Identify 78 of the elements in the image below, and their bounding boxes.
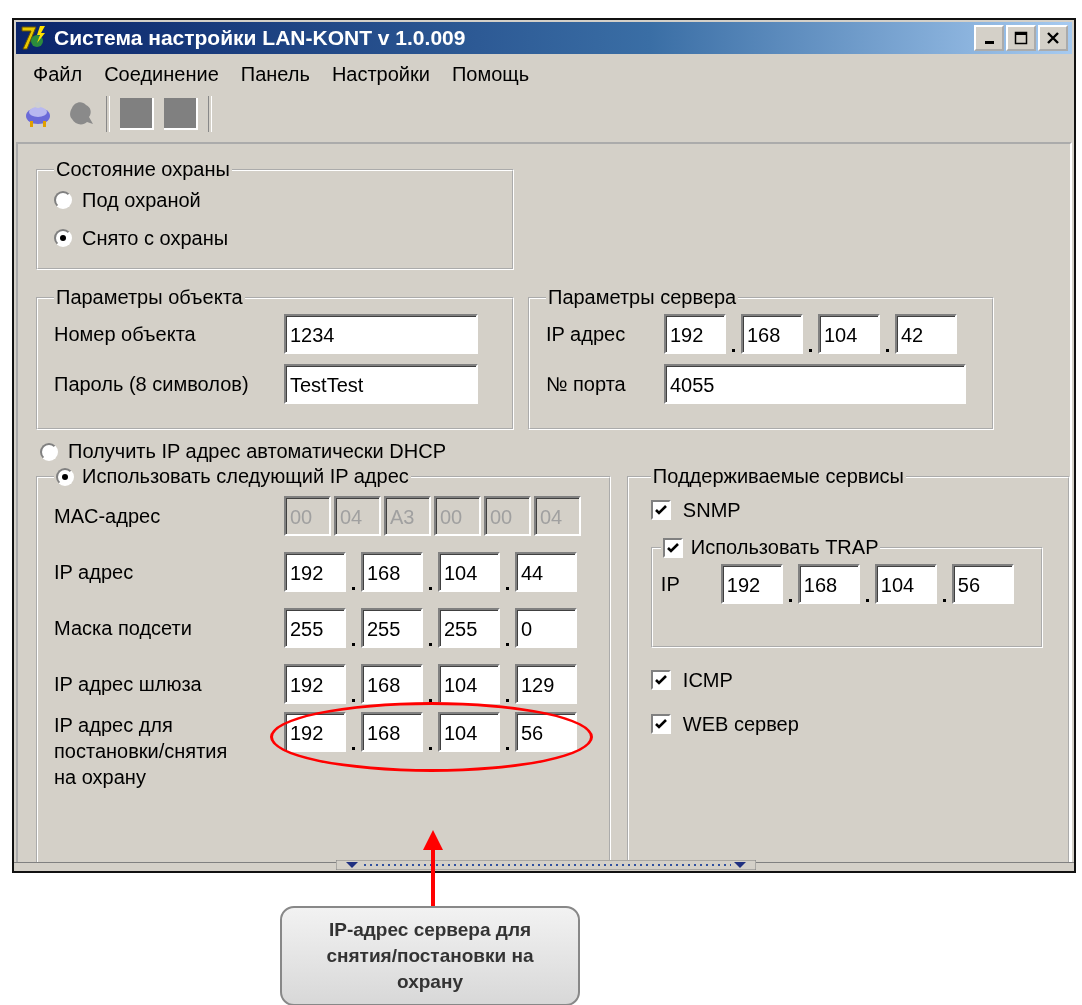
field-label: IP bbox=[660, 572, 681, 596]
checkbox-label: ICMP bbox=[682, 668, 733, 692]
input-field[interactable]: 104 bbox=[874, 564, 937, 604]
field-label: IP адрес bbox=[546, 322, 627, 346]
input-field[interactable]: 192 bbox=[664, 314, 726, 354]
radio-label: Снято с охраны bbox=[82, 226, 229, 250]
maximize-button[interactable] bbox=[1006, 25, 1036, 51]
checkbox-label: WEB сервер bbox=[682, 712, 799, 736]
menu-item[interactable]: Панель bbox=[229, 62, 321, 86]
input-field[interactable]: 129 bbox=[515, 664, 577, 704]
minimize-button[interactable] bbox=[974, 25, 1004, 51]
input-field[interactable]: 104 bbox=[438, 552, 500, 592]
radio-button[interactable] bbox=[40, 442, 58, 461]
check-icon bbox=[653, 717, 668, 731]
close-button[interactable] bbox=[1038, 25, 1068, 51]
menu-item[interactable]: Соединение bbox=[93, 62, 230, 86]
checkbox[interactable] bbox=[650, 670, 671, 690]
close-icon bbox=[1045, 30, 1061, 46]
input-field[interactable]: 168 bbox=[361, 664, 423, 704]
menu-item[interactable]: Файл bbox=[22, 62, 94, 86]
window-title: Система настройки LAN-KONT v 1.0.009 bbox=[54, 26, 467, 50]
group-title: Состояние охраны bbox=[55, 158, 231, 181]
input-field[interactable]: 192 bbox=[284, 712, 346, 752]
field-label: MAC-адрес bbox=[54, 504, 162, 529]
input-field[interactable]: 255 bbox=[438, 608, 500, 648]
input-field[interactable]: 42 bbox=[895, 314, 957, 354]
radio-label: Получить IP адрес автоматически DHCP bbox=[68, 440, 446, 463]
input-field[interactable]: 192 bbox=[720, 564, 783, 604]
input-field[interactable]: 1234 bbox=[284, 314, 478, 354]
checkbox-label: Использовать TRAP bbox=[690, 536, 879, 559]
checkbox[interactable] bbox=[662, 537, 683, 558]
check-icon bbox=[653, 503, 668, 517]
app-logo-icon bbox=[20, 24, 48, 52]
check-icon bbox=[665, 540, 680, 555]
field-label: Маска подсети bbox=[54, 616, 193, 641]
field-label: Номер объекта bbox=[54, 322, 197, 346]
radio-button[interactable] bbox=[56, 467, 74, 486]
group-title: Параметры объекта bbox=[55, 286, 244, 309]
input-field[interactable]: 56 bbox=[951, 564, 1014, 604]
input-field[interactable]: 104 bbox=[438, 712, 500, 752]
input-field[interactable]: 168 bbox=[361, 552, 423, 592]
checkbox-label: SNMP bbox=[682, 498, 741, 522]
group-title: Поддерживаемые сервисы bbox=[651, 465, 905, 488]
field-label: IP адрес шлюза bbox=[54, 672, 203, 697]
input-field[interactable]: 104 bbox=[818, 314, 880, 354]
checkbox[interactable] bbox=[650, 714, 671, 734]
field-label: Пароль (8 символов) bbox=[54, 372, 250, 396]
input-field[interactable]: 0 bbox=[515, 608, 577, 648]
input-field[interactable]: 255 bbox=[361, 608, 423, 648]
callout-note: IP-адрес сервера для снятия/постановки на охрану bbox=[280, 906, 580, 1005]
checkbox[interactable] bbox=[650, 500, 671, 520]
toolbar-separator bbox=[106, 96, 110, 132]
radio-label: Под охраной bbox=[82, 188, 201, 212]
maximize-icon bbox=[1013, 30, 1029, 46]
input-field[interactable]: TestTest bbox=[284, 364, 478, 404]
radio-button[interactable] bbox=[54, 191, 72, 209]
field-label: IP адрес bbox=[54, 560, 135, 585]
input-field[interactable]: 255 bbox=[284, 608, 346, 648]
field-label: № порта bbox=[546, 372, 627, 396]
check-icon bbox=[653, 673, 668, 687]
input-field[interactable]: 56 bbox=[515, 712, 577, 752]
input-field[interactable]: 192 bbox=[284, 552, 346, 592]
input-field[interactable]: 4055 bbox=[664, 364, 966, 404]
input-field[interactable]: 44 bbox=[515, 552, 577, 592]
input-field[interactable]: 168 bbox=[361, 712, 423, 752]
field-label: IP адрес для постановки/снятия на охрану bbox=[54, 713, 229, 790]
toolbar-separator bbox=[208, 96, 212, 132]
radio-label: Использовать следующий IP адрес bbox=[82, 465, 409, 488]
radio-button[interactable] bbox=[54, 229, 72, 247]
input-field[interactable]: 104 bbox=[438, 664, 500, 704]
input-field[interactable]: 168 bbox=[741, 314, 803, 354]
menu-item[interactable]: Настройки bbox=[320, 62, 441, 86]
input-field[interactable]: 168 bbox=[797, 564, 860, 604]
minimize-icon bbox=[984, 41, 994, 44]
input-field[interactable]: 192 bbox=[284, 664, 346, 704]
group-title: Параметры сервера bbox=[547, 286, 738, 309]
menu-item[interactable]: Помощь bbox=[440, 62, 541, 86]
splitter-handle[interactable] bbox=[336, 860, 756, 870]
